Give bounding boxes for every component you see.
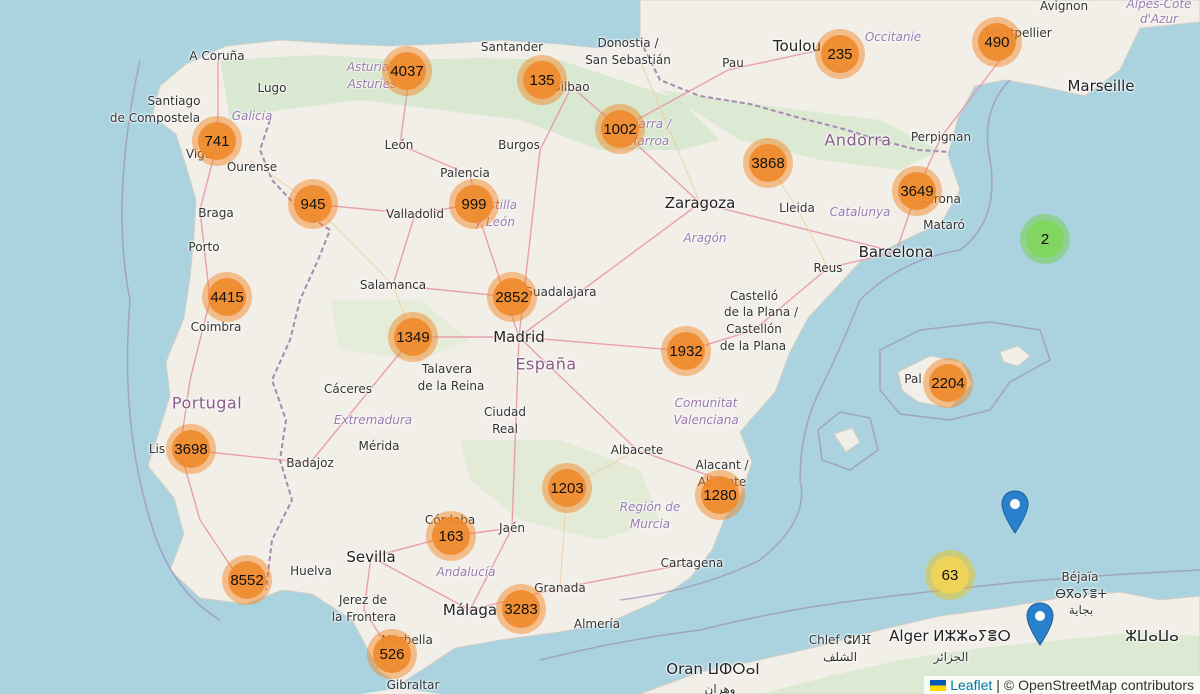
cluster-526[interactable]: 526 [367, 629, 417, 679]
cluster-4037[interactable]: 4037 [382, 46, 432, 96]
cluster-count: 2852 [493, 278, 531, 316]
cluster-count: 3283 [502, 590, 540, 628]
cluster-3649[interactable]: 3649 [892, 166, 942, 216]
osm-attribution-text: © OpenStreetMap contributors [1003, 677, 1194, 693]
cluster-count: 2 [1026, 220, 1064, 258]
cluster-count: 1203 [548, 469, 586, 507]
cluster-count: 945 [294, 185, 332, 223]
cluster-1002[interactable]: 1002 [595, 104, 645, 154]
cluster-63[interactable]: 63 [925, 550, 975, 600]
cluster-count: 1002 [601, 110, 639, 148]
cluster-count: 63 [931, 556, 969, 594]
cluster-count: 4037 [388, 52, 426, 90]
marker-1[interactable] [1001, 490, 1029, 534]
cluster-count: 2204 [929, 364, 967, 402]
cluster-count: 526 [373, 635, 411, 673]
cluster-3698[interactable]: 3698 [166, 424, 216, 474]
cluster-count: 1349 [394, 318, 432, 356]
leaflet-link[interactable]: Leaflet [950, 676, 992, 694]
cluster-2204[interactable]: 2204 [923, 358, 973, 408]
cluster-count: 3649 [898, 172, 936, 210]
cluster-135[interactable]: 135 [517, 55, 567, 105]
cluster-741[interactable]: 741 [192, 116, 242, 166]
cluster-163[interactable]: 163 [426, 511, 476, 561]
cluster-1349[interactable]: 1349 [388, 312, 438, 362]
cluster-count: 235 [821, 35, 859, 73]
cluster-3868[interactable]: 3868 [743, 138, 793, 188]
cluster-count: 163 [432, 517, 470, 555]
map-view[interactable]: A Coruña Lugo Santiago de Compostela Galicia… [0, 0, 1200, 694]
cluster-count: 1932 [667, 332, 705, 370]
map-pin-icon [1001, 490, 1029, 534]
cluster-945[interactable]: 945 [288, 179, 338, 229]
cluster-count: 741 [198, 122, 236, 160]
cluster-count: 490 [978, 23, 1016, 61]
basemap [0, 0, 1200, 694]
cluster-8552[interactable]: 8552 [222, 555, 272, 605]
cluster-count: 3698 [172, 430, 210, 468]
cluster-count: 3868 [749, 144, 787, 182]
cluster-2852[interactable]: 2852 [487, 272, 537, 322]
cluster-2[interactable]: 2 [1020, 214, 1070, 264]
cluster-999[interactable]: 999 [449, 179, 499, 229]
cluster-1203[interactable]: 1203 [542, 463, 592, 513]
cluster-490[interactable]: 490 [972, 17, 1022, 67]
cluster-count: 999 [455, 185, 493, 223]
attribution-separator: | [996, 677, 1000, 693]
cluster-1932[interactable]: 1932 [661, 326, 711, 376]
map-pin-icon [1026, 602, 1054, 646]
map-attribution: Leaflet | © OpenStreetMap contributors [924, 676, 1200, 694]
cluster-1280[interactable]: 1280 [695, 470, 745, 520]
cluster-count: 1280 [701, 476, 739, 514]
cluster-3283[interactable]: 3283 [496, 584, 546, 634]
cluster-count: 4415 [208, 278, 246, 316]
cluster-4415[interactable]: 4415 [202, 272, 252, 322]
cluster-count: 8552 [228, 561, 266, 599]
ukraine-flag-icon [930, 679, 947, 691]
cluster-count: 135 [523, 61, 561, 99]
marker-2[interactable] [1026, 602, 1054, 646]
cluster-235[interactable]: 235 [815, 29, 865, 79]
